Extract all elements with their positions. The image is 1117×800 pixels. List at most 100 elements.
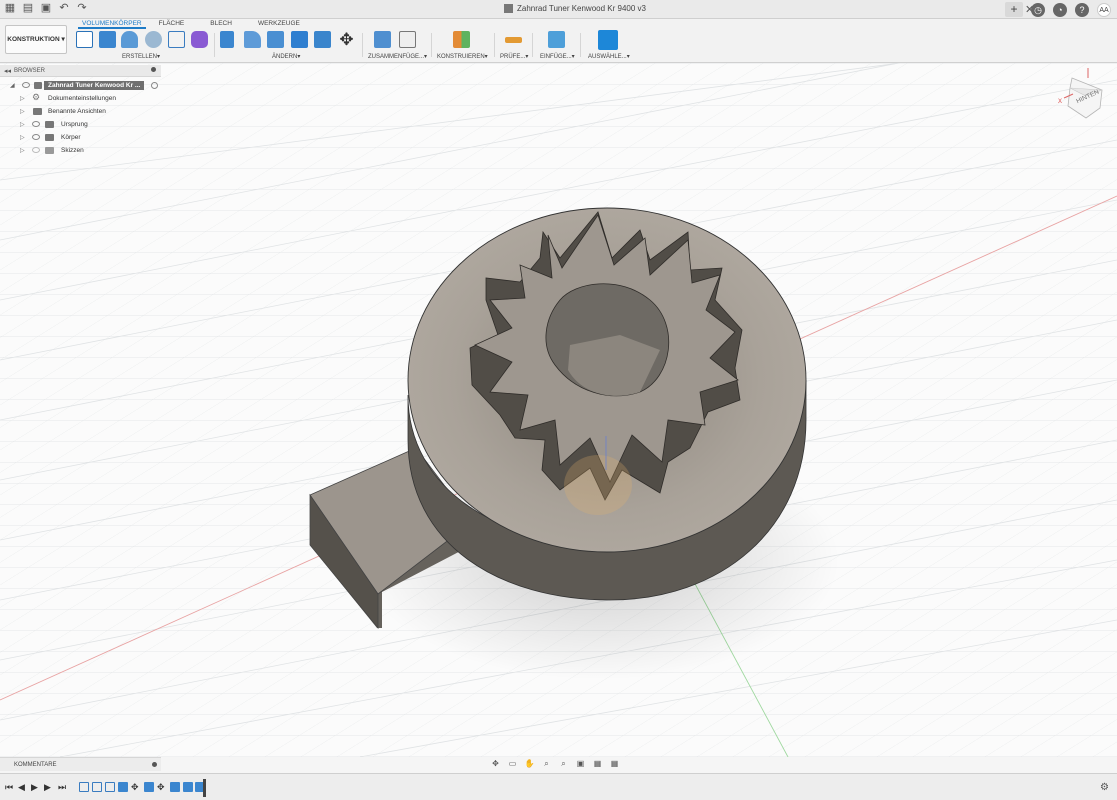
browser-tree: ◢ Zahnrad Tuner Kenwood Kr ... ▷ ⚙ Dokum… [0, 79, 161, 157]
revolve-icon[interactable] [121, 31, 138, 48]
chamfer-icon[interactable] [267, 31, 284, 48]
group-erstellen[interactable]: ERSTELLEN▾ [122, 53, 160, 60]
tab-volumenkoerper[interactable]: VOLUMENKÖRPER [78, 19, 146, 29]
zoom-icon[interactable]: ⌕ [541, 759, 552, 769]
timeline-extrude-step[interactable] [144, 782, 154, 792]
collapse-browser-icon[interactable]: ◂◂ [4, 67, 11, 75]
tab-blech[interactable]: BLECH [197, 19, 245, 29]
tree-item-benannte-ansichten[interactable]: ▷ Benannte Ansichten [0, 105, 161, 118]
tree-root-document[interactable]: ◢ Zahnrad Tuner Kenwood Kr ... [0, 79, 161, 92]
undo-icon[interactable]: ↶ [58, 2, 70, 14]
visibility-eye-icon[interactable] [32, 147, 40, 153]
visibility-eye-icon[interactable] [32, 121, 40, 127]
timeline-extrude-step[interactable] [170, 782, 180, 792]
tree-item-skizzen[interactable]: ▷ Skizzen [0, 144, 161, 157]
expand-triangle-icon[interactable]: ▷ [20, 121, 25, 128]
press-pull-icon[interactable] [220, 31, 234, 48]
create-sketch-icon[interactable] [76, 31, 93, 48]
group-pruefen-label: PRÜFE... [500, 54, 526, 60]
group-aendern[interactable]: ÄNDERN▾ [272, 53, 300, 60]
timeline: ⏮ ◀ ▶ ▶ ⏭ ✥ ✥ ⚙ [0, 773, 1117, 800]
fillet-icon[interactable] [244, 31, 261, 48]
joint-icon[interactable] [399, 31, 416, 48]
notifications-icon[interactable]: ◔ [1053, 2, 1067, 17]
group-auswaehlen[interactable]: AUSWÄHLE...▾ [588, 53, 630, 60]
comments-title: KOMMENTARE [14, 762, 57, 768]
help-icon[interactable]: ? [1075, 2, 1089, 17]
group-zusammenfuegen-label: ZUSAMMENFÜGE... [368, 54, 425, 60]
look-at-icon[interactable]: ▭ [507, 759, 518, 769]
document-icon [34, 82, 42, 89]
move-icon[interactable]: ✥ [338, 31, 355, 48]
timeline-extrude-step[interactable] [183, 782, 193, 792]
tree-item-ursprung[interactable]: ▷ Ursprung [0, 118, 161, 131]
timeline-forward-icon[interactable]: ▶ [44, 782, 51, 793]
activate-radio-icon[interactable] [151, 82, 158, 89]
expand-triangle-icon[interactable]: ▷ [20, 95, 25, 102]
expand-triangle-icon[interactable]: ▷ [20, 108, 25, 115]
timeline-marker[interactable] [203, 779, 206, 797]
timeline-end-icon[interactable]: ⏭ [58, 782, 66, 793]
redo-icon[interactable]: ↷ [76, 2, 88, 14]
timeline-play-icon[interactable]: ▶ [31, 782, 38, 793]
job-status-icon[interactable]: ◷ [1031, 2, 1045, 17]
tab-werkzeuge[interactable]: WERKZEUGE [245, 19, 313, 29]
tab-flaeche[interactable]: FLÄCHE [146, 19, 198, 29]
app-grid-icon[interactable]: ▦ [4, 2, 16, 14]
ribbon-toolbar: KONSTRUKTION ▾ VOLUMENKÖRPER FLÄCHE BLEC… [0, 19, 1117, 63]
user-avatar[interactable]: AA [1097, 2, 1111, 17]
insert-image-icon[interactable] [548, 31, 565, 48]
expand-triangle-icon[interactable]: ▷ [20, 147, 25, 154]
sweep-icon[interactable] [145, 31, 162, 48]
tree-item-dokumenteinstellungen[interactable]: ▷ ⚙ Dokumenteinstellungen [0, 92, 161, 105]
shell-icon[interactable] [291, 31, 308, 48]
expand-triangle-icon[interactable]: ▷ [20, 134, 25, 141]
file-menu-icon[interactable]: ▤ [22, 2, 34, 14]
new-component-icon[interactable] [374, 31, 391, 48]
group-pruefen[interactable]: PRÜFE...▾ [500, 53, 528, 60]
timeline-start-icon[interactable]: ⏮ [5, 782, 13, 793]
collapse-triangle-icon[interactable]: ◢ [10, 82, 15, 89]
toolbar-divider [532, 33, 533, 57]
display-settings-icon[interactable]: ▣ [575, 759, 586, 769]
pan-icon[interactable]: ✋ [524, 759, 535, 769]
select-icon[interactable] [598, 30, 618, 50]
timeline-back-icon[interactable]: ◀ [18, 782, 25, 793]
timeline-sketch-step[interactable] [79, 782, 89, 792]
tree-item-koerper[interactable]: ▷ Körper [0, 131, 161, 144]
loft-icon[interactable] [168, 31, 185, 48]
fusion-app-window: ▦ ▤ ▣ ↶ ↷ Zahnrad Tuner Kenwood Kr 9400 … [0, 0, 1117, 800]
workspace-switcher[interactable]: KONSTRUKTION ▾ [5, 25, 67, 54]
timeline-settings-icon[interactable]: ⚙ [1100, 782, 1109, 793]
comments-options-icon[interactable] [152, 762, 157, 767]
timeline-move-step[interactable]: ✥ [131, 782, 141, 792]
construct-plane-icon[interactable] [453, 31, 470, 48]
new-tab-icon[interactable]: + [1005, 2, 1023, 17]
browser-panel-header[interactable]: ◂◂ BROWSER [0, 65, 161, 77]
timeline-sketch-step[interactable] [92, 782, 102, 792]
viewports-icon[interactable]: ▦ [609, 759, 620, 769]
group-konstruieren-label: KONSTRUIEREN [437, 54, 485, 60]
timeline-extrude-step[interactable] [118, 782, 128, 792]
fit-icon[interactable]: ⌕ [558, 759, 569, 769]
timeline-sketch-step[interactable] [105, 782, 115, 792]
timeline-move-step[interactable]: ✥ [157, 782, 167, 792]
combine-icon[interactable] [314, 31, 331, 48]
visibility-eye-icon[interactable] [32, 134, 40, 140]
toolbar-divider [580, 33, 581, 57]
comments-panel[interactable]: KOMMENTARE [0, 757, 161, 771]
toolbar-divider [362, 33, 363, 57]
browser-options-icon[interactable] [151, 67, 156, 72]
extrude-icon[interactable] [99, 31, 116, 48]
measure-icon[interactable] [505, 37, 522, 43]
3d-viewport[interactable]: HINTEN X [0, 63, 1117, 757]
orbit-icon[interactable]: ✥ [490, 759, 501, 769]
form-icon[interactable] [191, 31, 208, 48]
document-title-text: Zahnrad Tuner Kenwood Kr 9400 v3 [517, 4, 646, 13]
grid-settings-icon[interactable]: ▦ [592, 759, 603, 769]
visibility-eye-icon[interactable] [22, 82, 30, 88]
save-icon[interactable]: ▣ [40, 2, 52, 14]
group-einfuegen[interactable]: EINFÜGE...▾ [540, 53, 575, 60]
group-zusammenfuegen[interactable]: ZUSAMMENFÜGE...▾ [368, 53, 427, 60]
group-konstruieren[interactable]: KONSTRUIEREN▾ [437, 53, 488, 60]
